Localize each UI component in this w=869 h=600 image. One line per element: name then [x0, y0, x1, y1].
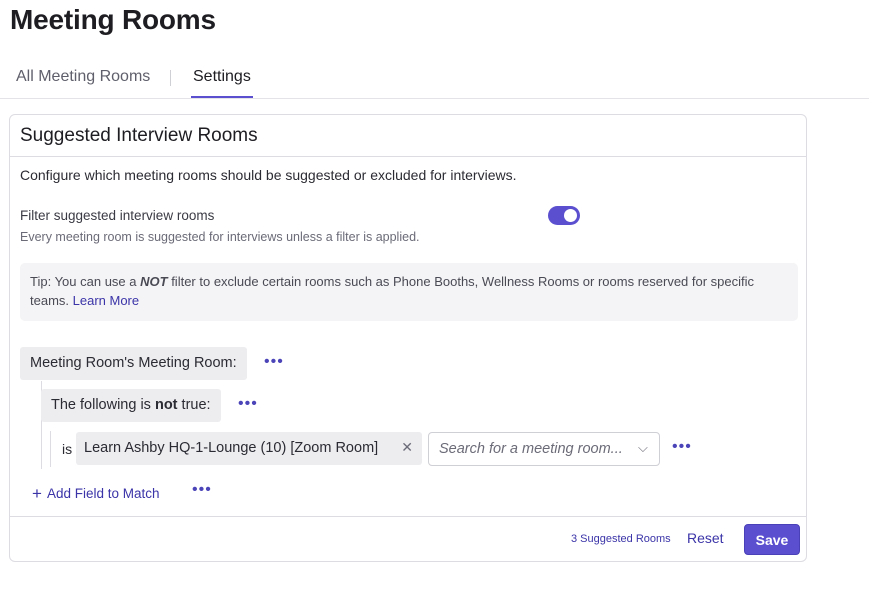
reset-button[interactable]: Reset [687, 530, 724, 546]
save-button[interactable]: Save [744, 524, 800, 555]
filter-label: Filter suggested interview rooms [20, 208, 215, 223]
nesting-guide [50, 431, 51, 467]
add-field-label: Add Field to Match [46, 486, 160, 501]
card-header: Suggested Interview Rooms [10, 115, 806, 157]
chevron-down-icon[interactable]: ⌵ [638, 440, 648, 456]
tab-all-meeting-rooms[interactable]: All Meeting Rooms [16, 68, 150, 86]
filter-toggle[interactable] [548, 206, 580, 225]
negation-chip[interactable]: The following is not true: [41, 389, 221, 422]
ellipsis-icon[interactable]: ••• [192, 482, 212, 498]
meeting-room-search-input[interactable] [428, 432, 660, 466]
suggested-rooms-count[interactable]: 3 Suggested Rooms [571, 533, 671, 545]
learn-more-link[interactable]: Learn More [73, 293, 139, 308]
tip-prefix: Tip: [30, 274, 52, 289]
card-title: Suggested Interview Rooms [20, 125, 258, 146]
negation-bold: not [154, 397, 178, 413]
card-description: Configure which meeting rooms should be … [20, 167, 517, 183]
add-field-button[interactable]: + Add Field to Match [32, 484, 160, 504]
page-title: Meeting Rooms [10, 4, 216, 35]
ellipsis-icon[interactable]: ••• [238, 396, 258, 412]
negation-suffix: true: [177, 397, 211, 413]
tab-divider [170, 70, 171, 86]
tab-bar: All Meeting Rooms Settings [0, 62, 869, 99]
toggle-knob [564, 209, 577, 222]
operator-label: is [62, 441, 73, 457]
selected-room-label: Learn Ashby HQ-1-Lounge (10) [Zoom Room] [84, 440, 379, 456]
suggested-rooms-card: Suggested Interview Rooms Configure whic… [9, 114, 807, 562]
close-icon[interactable]: ✕ [401, 439, 413, 456]
field-chip[interactable]: Meeting Room's Meeting Room: [20, 347, 247, 380]
tip-emphasis: NOT [140, 274, 168, 289]
selected-room-chip: Learn Ashby HQ-1-Lounge (10) [Zoom Room]… [76, 432, 422, 465]
filter-help-text: Every meeting room is suggested for inte… [20, 230, 420, 244]
ellipsis-icon[interactable]: ••• [672, 439, 692, 455]
plus-icon: + [32, 484, 42, 503]
card-footer: 3 Suggested Rooms Reset Save [10, 516, 806, 561]
tip-box: Tip: You can use a NOT filter to exclude… [20, 263, 798, 321]
tab-settings[interactable]: Settings [191, 68, 253, 98]
ellipsis-icon[interactable]: ••• [264, 354, 284, 370]
tip-text-before: You can use a [51, 274, 141, 289]
negation-prefix: The following is [51, 397, 155, 413]
